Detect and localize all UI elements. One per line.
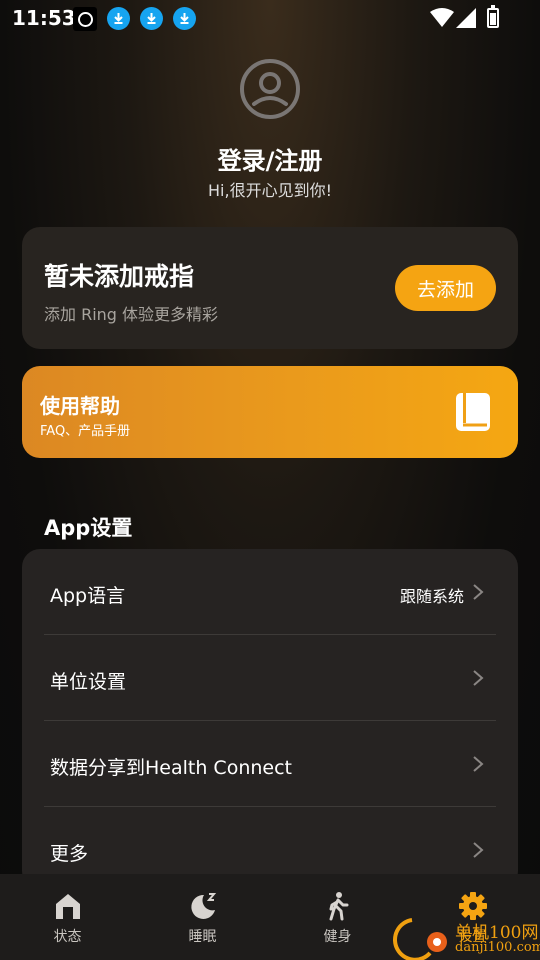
nav-sleep[interactable]: 睡眠 (135, 874, 270, 960)
nav-fitness[interactable]: 健身 (270, 874, 405, 960)
setting-label: App语言 (50, 585, 126, 607)
avatar-icon[interactable] (239, 58, 301, 120)
nav-label: 健身 (323, 929, 352, 945)
watermark-logo (393, 918, 447, 960)
setting-label: 更多 (50, 843, 89, 865)
ring-card: 暂未添加戒指 添加 Ring 体验更多精彩 去添加 (22, 227, 518, 349)
gear-icon (458, 892, 487, 920)
home-icon (55, 894, 80, 919)
nav-status[interactable]: 状态 (0, 874, 135, 960)
login-register-link[interactable]: 登录/注册 (0, 141, 540, 176)
app-settings-heading: App设置 (44, 516, 133, 540)
book-icon (456, 393, 490, 431)
ring-app-icon (73, 7, 97, 31)
ring-card-subtitle: 添加 Ring 体验更多精彩 (44, 305, 219, 324)
nav-label: 睡眠 (188, 929, 217, 945)
status-time: 11:53 (12, 6, 76, 30)
setting-label: 单位设置 (50, 671, 127, 693)
help-card[interactable]: 使用帮助 FAQ、产品手册 (22, 366, 518, 458)
status-bar: 11:53 (0, 0, 540, 36)
app-settings-card: App语言 跟随系统 单位设置 数据分享到Health Connect 更多 (22, 549, 518, 889)
signal-icon (456, 8, 476, 28)
setting-label: 数据分享到Health Connect (50, 757, 292, 779)
download-icon (173, 7, 196, 30)
setting-health-connect[interactable]: 数据分享到Health Connect (44, 721, 496, 807)
walking-icon (329, 892, 348, 921)
add-ring-button[interactable]: 去添加 (395, 265, 496, 311)
chevron-right-icon (473, 756, 484, 772)
chevron-right-icon (473, 670, 484, 686)
greeting-text: Hi,很开心见到你! (208, 181, 332, 200)
setting-units[interactable]: 单位设置 (44, 635, 496, 721)
help-card-title: 使用帮助 (40, 394, 120, 418)
moon-icon (190, 893, 216, 919)
battery-charging-icon (487, 5, 499, 28)
nav-label: 状态 (53, 929, 82, 945)
chevron-right-icon (473, 584, 484, 600)
setting-value: 跟随系统 (399, 587, 464, 606)
chevron-right-icon (473, 842, 484, 858)
setting-app-language[interactable]: App语言 跟随系统 (44, 549, 496, 635)
download-icon (140, 7, 163, 30)
wifi-icon (430, 8, 454, 27)
watermark-url: danji100.com (455, 940, 540, 955)
download-icon (107, 7, 130, 30)
ring-card-title: 暂未添加戒指 (44, 262, 195, 291)
help-card-subtitle: FAQ、产品手册 (40, 424, 131, 439)
